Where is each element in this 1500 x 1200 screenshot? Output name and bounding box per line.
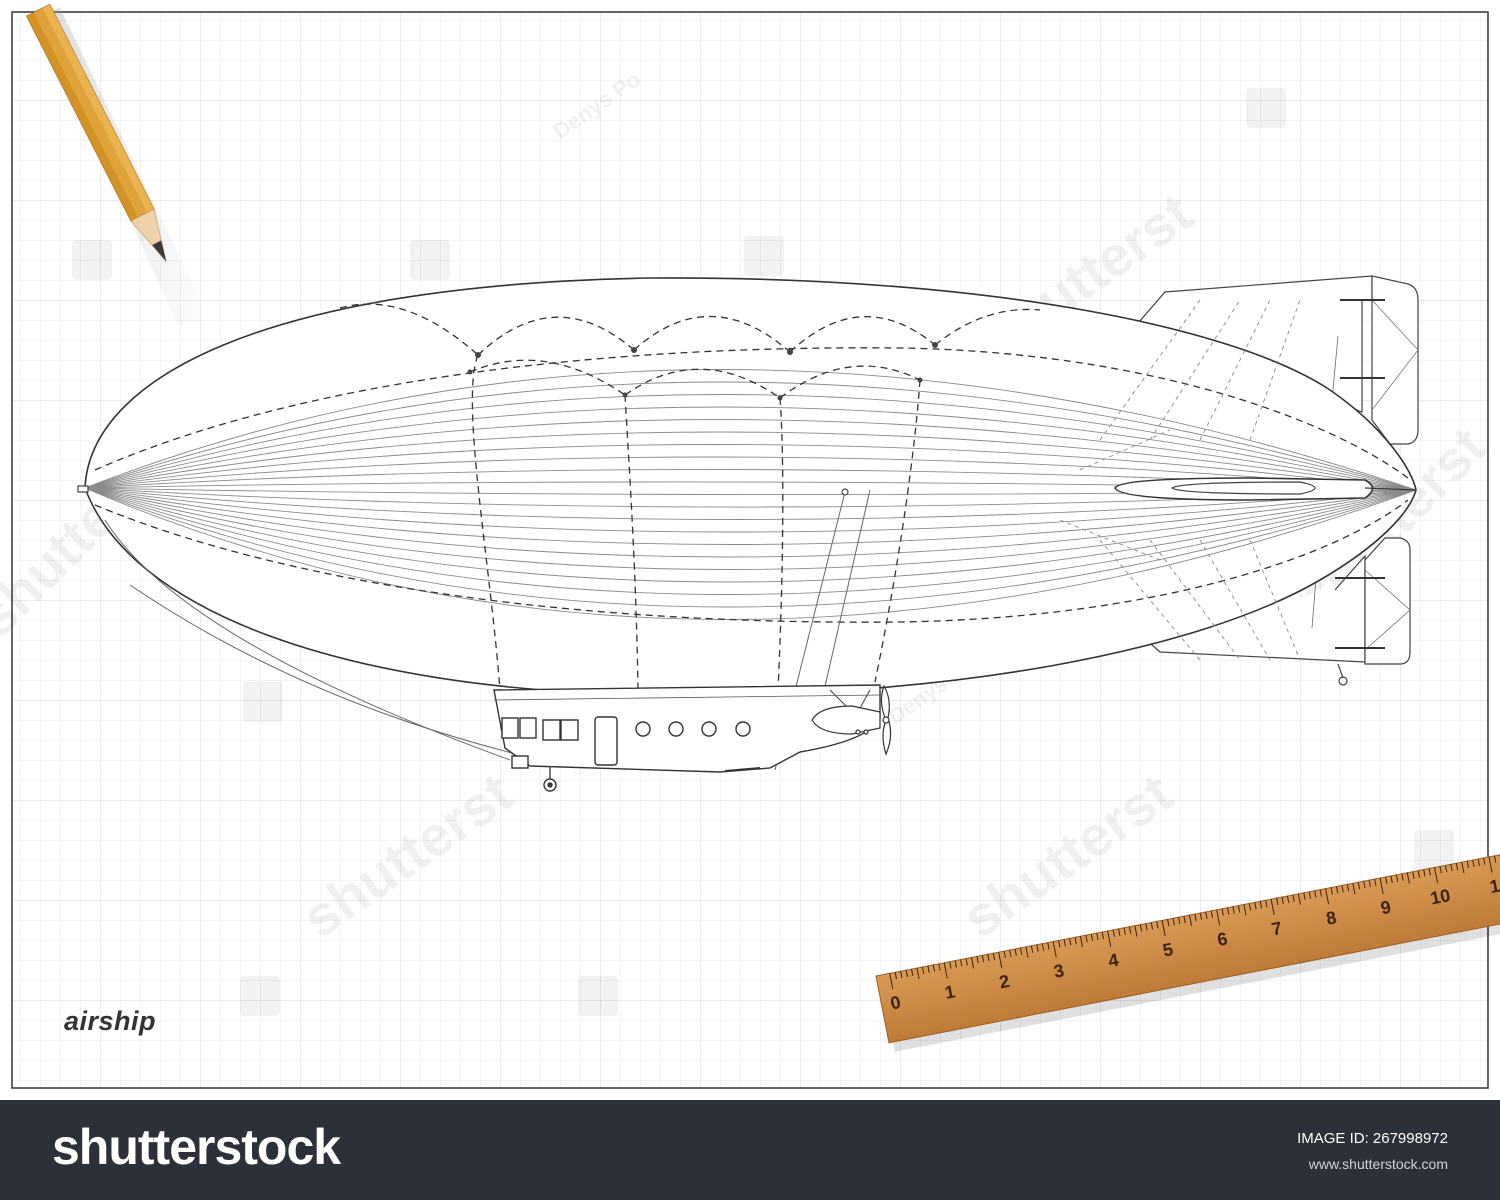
porthole [701,721,717,737]
drawing-caption: airship [64,1006,157,1036]
porthole [668,721,684,737]
site-url: www.shutterstock.com [1308,1156,1448,1172]
image-id-label: IMAGE ID: 267998972 [1297,1130,1448,1147]
lower-rudder [1364,537,1411,665]
gondola-window [542,719,561,741]
stock-footer: shutterstock IMAGE ID: 267998972 www.shu… [0,1100,1500,1200]
stock-brand-logo: shutterstock [52,1119,341,1175]
ruler-label: 10 [1429,885,1452,908]
tail-cone [1114,477,1374,501]
porthole [635,721,651,737]
gondola-window [519,717,537,739]
gondola-window [560,719,579,741]
drawing-sheet: shutterst shutterst shutterst shutterst … [0,0,1500,1100]
gondola-window [501,717,519,739]
upper-rudder [1371,275,1419,445]
blueprint-canvas: shutterst shutterst shutterst shutterst … [0,3,1500,1089]
gondola-door [594,716,618,766]
porthole [735,721,751,737]
